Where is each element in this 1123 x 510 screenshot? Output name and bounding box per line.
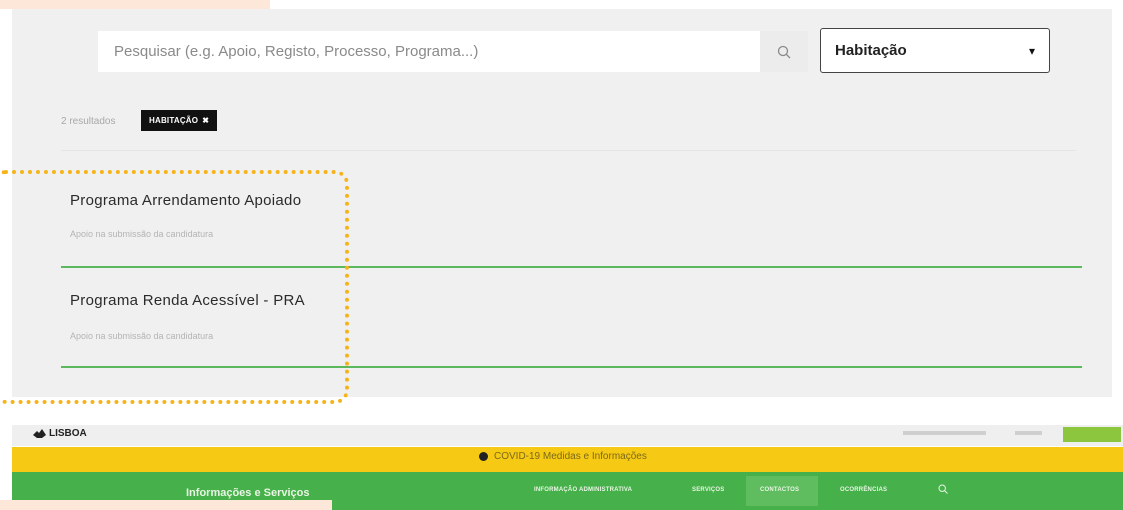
close-icon[interactable]: ✖ — [202, 116, 209, 125]
site-logo[interactable]: LISBOA — [33, 428, 87, 439]
nav-item-informacao[interactable]: INFORMAÇÃO ADMINISTRATIVA — [534, 487, 632, 493]
nav-item-contactos[interactable]: CONTACTOS — [760, 487, 799, 493]
nav-item-ocorrencias[interactable]: OCORRÊNCIAS — [840, 487, 887, 493]
filter-tag-label: HABITAÇÃO — [149, 116, 199, 125]
results-divider — [61, 150, 1076, 151]
search-icon — [777, 45, 791, 58]
info-icon — [479, 452, 488, 461]
peach-decor-bottom — [0, 500, 332, 510]
header-cta-button[interactable] — [1063, 427, 1121, 442]
highlight-annotation — [0, 170, 349, 404]
site-header — [12, 425, 1123, 446]
category-select[interactable]: Habitação ▾ — [820, 28, 1050, 73]
search-button[interactable] — [760, 31, 808, 72]
search-input[interactable] — [98, 31, 760, 72]
nav-title[interactable]: Informações e Serviços — [186, 487, 310, 499]
header-link[interactable] — [1015, 431, 1042, 435]
header-link[interactable] — [903, 431, 986, 435]
results-count: 2 resultados — [61, 116, 116, 127]
covid-banner-content[interactable]: COVID-19 Medidas e Informações — [479, 451, 647, 462]
filter-tag-habitacao[interactable]: HABITAÇÃO ✖ — [141, 110, 218, 131]
logo-text: LISBOA — [49, 428, 87, 439]
peach-decor-top — [0, 0, 270, 9]
nav-item-servicos[interactable]: SERVIÇOS — [692, 487, 725, 493]
covid-banner-text: COVID-19 Medidas e Informações — [494, 451, 647, 462]
chevron-down-icon: ▾ — [1028, 43, 1035, 58]
search-icon[interactable] — [938, 484, 948, 494]
category-select-value: Habitação — [835, 42, 907, 59]
lisboa-logo-icon — [33, 428, 46, 438]
